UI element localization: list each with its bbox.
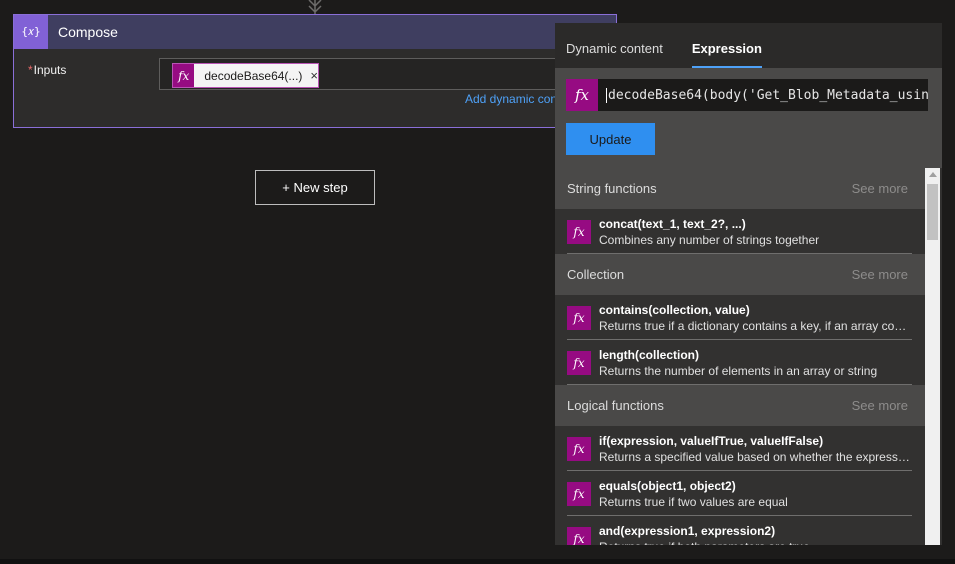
- inputs-label: *Inputs: [28, 63, 66, 77]
- required-mark: *: [28, 63, 33, 77]
- function-list-scrollbar[interactable]: [925, 168, 940, 545]
- function-signature: equals(object1, object2): [599, 478, 736, 493]
- function-signature: contains(collection, value): [599, 302, 750, 317]
- function-group-title: Logical functions: [567, 398, 664, 413]
- function-signature: if(expression, valueIfTrue, valueIfFalse…: [599, 433, 824, 448]
- token-label: decodeBase64(...): [204, 68, 303, 83]
- expression-token[interactable]: fx decodeBase64(...) ×: [172, 63, 319, 88]
- compose-header[interactable]: {𝑥} Compose: [14, 15, 616, 49]
- function-text: length(collection) Returns the number of …: [599, 348, 911, 378]
- function-description: Returns a specified value based on wheth…: [599, 449, 911, 464]
- function-signature: length(collection): [599, 347, 699, 362]
- tab-dynamic-content[interactable]: Dynamic content: [566, 41, 663, 68]
- function-item[interactable]: fx and(expression1, expression2) Returns t…: [555, 516, 925, 545]
- fx-icon: fx: [567, 219, 591, 244]
- expression-input[interactable]: fx decodeBase64(body('Get_Blob_Metadata_…: [566, 79, 928, 111]
- function-text: equals(object1, object2) Returns true if …: [599, 479, 911, 509]
- scroll-thumb[interactable]: [927, 184, 938, 240]
- scroll-up-arrow-icon[interactable]: [929, 172, 937, 177]
- fx-icon: fx: [566, 79, 598, 111]
- bottom-bar: [0, 559, 955, 564]
- function-item[interactable]: fx if(expression, valueIfTrue, valueIfFal…: [555, 426, 925, 471]
- expression-text[interactable]: decodeBase64(body('Get_Blob_Metadata_usi…: [606, 87, 928, 103]
- function-group-title: Collection: [567, 267, 625, 282]
- inputs-label-text: Inputs: [33, 63, 67, 77]
- function-description: Returns the number of elements in an arr…: [599, 363, 878, 378]
- panel-tabs: Dynamic content Expression: [555, 23, 942, 68]
- function-item[interactable]: fx contains(collection, value) Returns tru…: [555, 295, 925, 340]
- fx-icon: fx: [567, 481, 591, 506]
- fx-icon: fx: [567, 305, 591, 330]
- function-group-header: Logical functions See more: [555, 385, 925, 426]
- function-description: Returns true if two values are equal: [599, 494, 788, 509]
- inputs-field[interactable]: fx decodeBase64(...) ×: [159, 58, 614, 90]
- expression-panel: Dynamic content Expression fx decodeBase6…: [555, 23, 942, 545]
- fx-icon: fx: [567, 526, 591, 545]
- compose-variable-icon: {𝑥}: [14, 15, 48, 49]
- function-item[interactable]: fx length(collection) Returns the number o…: [555, 340, 925, 385]
- function-signature: and(expression1, expression2): [599, 523, 776, 538]
- new-step-button[interactable]: + New step: [255, 170, 375, 205]
- see-more-link[interactable]: See more: [852, 398, 908, 413]
- function-group-header: Collection See more: [555, 254, 925, 295]
- function-description: Returns true if both parameters are true: [599, 540, 911, 546]
- function-description: Combines any number of strings together: [599, 232, 820, 247]
- add-dynamic-content-link[interactable]: Add dynamic content: [465, 92, 565, 106]
- function-description: Returns true if a dictionary contains a …: [599, 318, 911, 333]
- compose-title: Compose: [58, 24, 118, 40]
- function-item[interactable]: fx concat(text_1, text_2?, ...) Combines a…: [555, 209, 925, 254]
- remove-token-close-icon[interactable]: ×: [310, 68, 318, 83]
- fx-icon: fx: [567, 350, 591, 375]
- compose-action-card[interactable]: {𝑥} Compose *Inputs fx decodeBase64(...)…: [13, 14, 617, 128]
- function-text: contains(collection, value) Returns true …: [599, 303, 911, 333]
- function-text: if(expression, valueIfTrue, valueIfFalse…: [599, 434, 911, 464]
- function-group-header: String functions See more: [555, 168, 925, 209]
- see-more-link[interactable]: See more: [852, 267, 908, 282]
- function-text: concat(text_1, text_2?, ...) Combines any…: [599, 217, 911, 247]
- update-button[interactable]: Update: [566, 123, 655, 155]
- see-more-link[interactable]: See more: [852, 181, 908, 196]
- expression-editor-area: fx decodeBase64(body('Get_Blob_Metadata_…: [555, 68, 942, 168]
- fx-icon: fx: [173, 64, 195, 87]
- function-item[interactable]: fx equals(object1, object2) Returns true i…: [555, 471, 925, 516]
- tab-expression[interactable]: Expression: [691, 41, 763, 68]
- fx-icon: fx: [567, 436, 591, 461]
- function-list: String functions See more fx concat(text_1,…: [555, 168, 925, 545]
- function-text: and(expression1, expression2) Returns tru…: [599, 524, 911, 546]
- function-signature: concat(text_1, text_2?, ...): [599, 216, 746, 231]
- function-group-title: String functions: [567, 181, 657, 196]
